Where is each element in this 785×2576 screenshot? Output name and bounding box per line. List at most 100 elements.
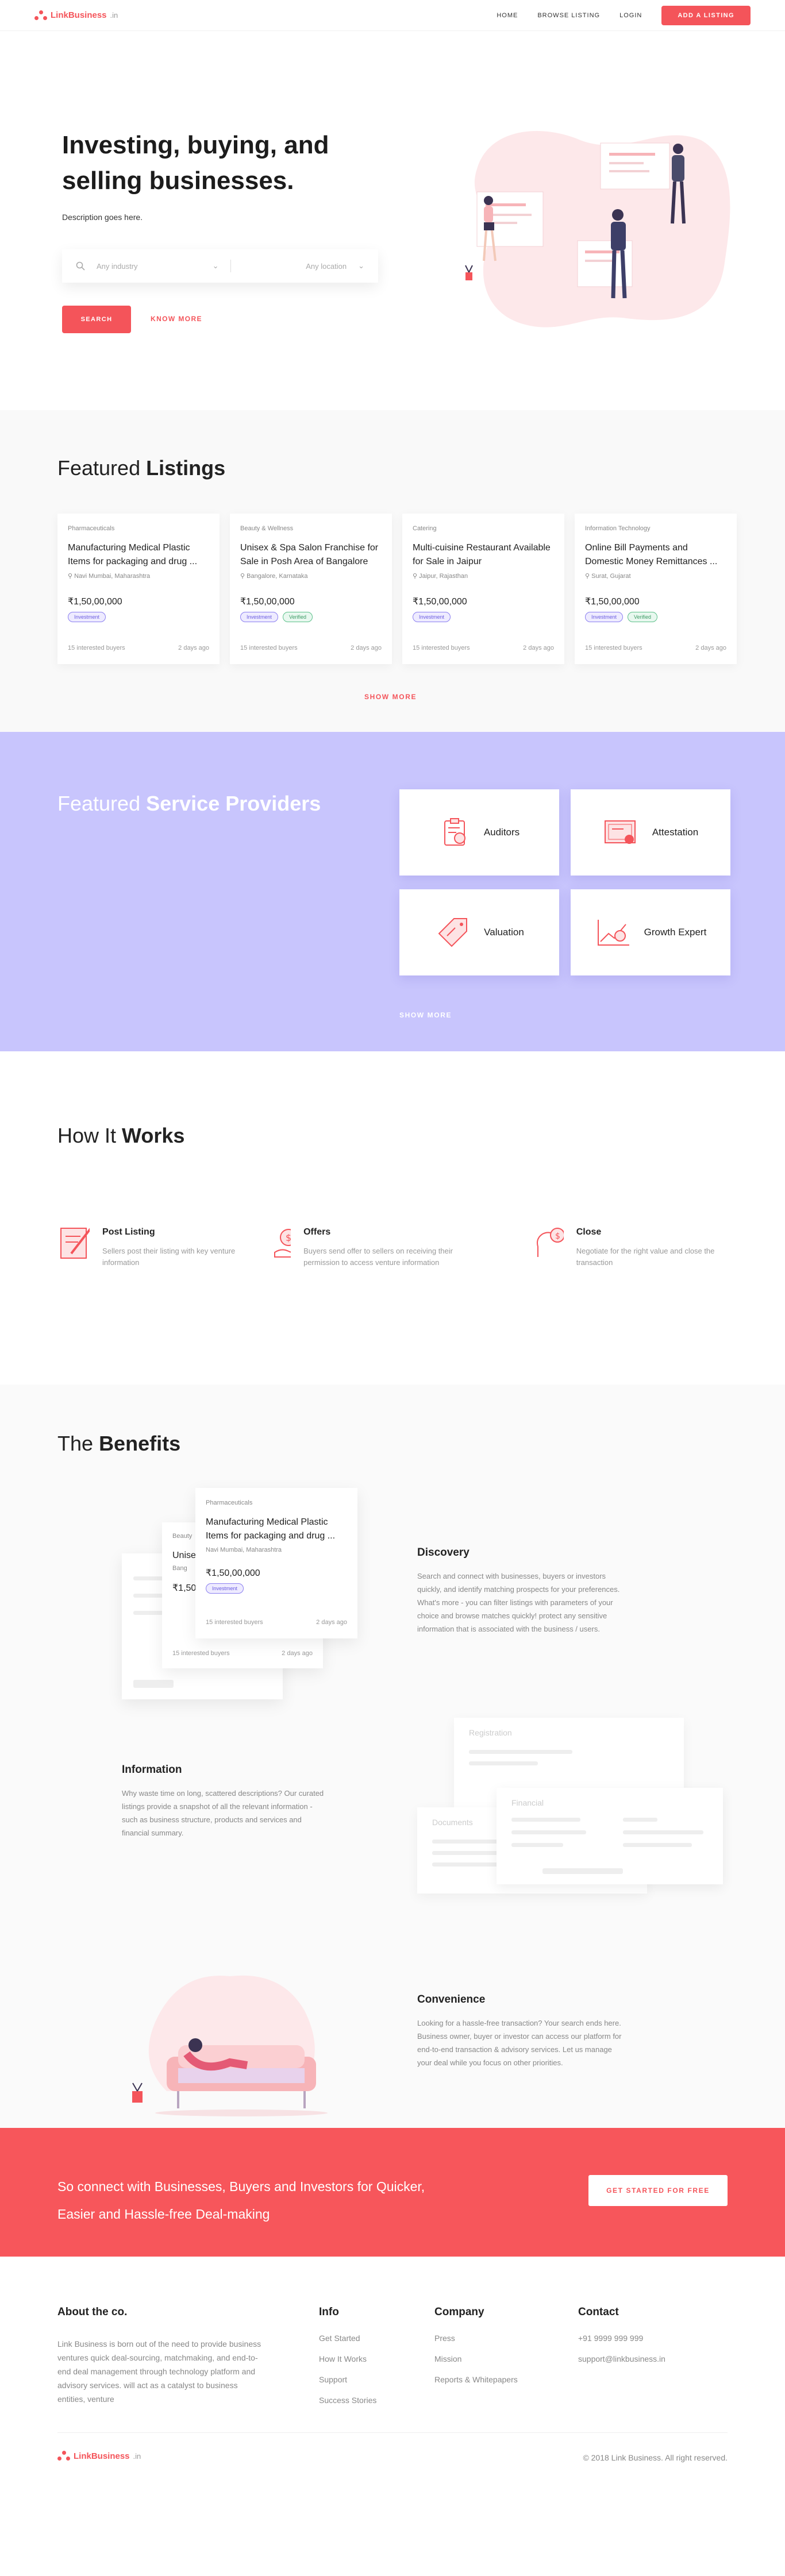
- investment-tag: Investment: [240, 612, 279, 622]
- listing-title[interactable]: Online Bill Payments and Domestic Money …: [585, 541, 726, 569]
- svg-text:$: $: [286, 1232, 291, 1243]
- get-started-button[interactable]: GET STARTED FOR FREE: [588, 2175, 728, 2206]
- listing-card[interactable]: Pharmaceuticals Manufacturing Medical Pl…: [57, 514, 220, 664]
- discovery-mock-front: Pharmaceuticals Manufacturing Medical Pl…: [195, 1488, 357, 1638]
- footer-link-how-it-works[interactable]: How It Works: [319, 2354, 376, 2363]
- certificate-icon: [604, 820, 636, 844]
- listing-location: ⚲ Navi Mumbai, Maharashtra: [68, 573, 151, 580]
- footer-company: Company Press Mission Reports & Whitepap…: [434, 2306, 518, 2384]
- hero-description: Description goes here.: [62, 213, 143, 222]
- footer-about-title: About the co.: [57, 2306, 128, 2318]
- listing-location: ⚲ Jaipur, Rajasthan: [413, 573, 468, 580]
- know-more-link[interactable]: KNOW MORE: [151, 315, 202, 323]
- step-offers: $ Offers Buyers send offer to sellers on …: [270, 1224, 465, 1268]
- brand-suffix: .in: [110, 11, 118, 20]
- benefit-convenience: Convenience Looking for a hassle-free tr…: [417, 1993, 624, 2069]
- how-it-works-title: How It Works: [57, 1124, 185, 1147]
- brand-name: LinkBusiness: [74, 2451, 130, 2461]
- coin-head-icon: $: [537, 1228, 564, 1257]
- benefit-description: Why waste time on long, scattered descri…: [122, 1789, 324, 1837]
- listing-location: ⚲ Bangalore, Karnataka: [240, 573, 308, 580]
- hero-illustration: [465, 131, 730, 327]
- logo-icon: [57, 2451, 70, 2461]
- provider-growth-expert[interactable]: Growth Expert: [571, 889, 730, 975]
- logo-icon: [34, 10, 47, 21]
- footer-link-support[interactable]: Support: [319, 2375, 376, 2384]
- mock-buyers: 15 interested buyers: [206, 1619, 263, 1626]
- listing-title[interactable]: Unisex & Spa Salon Franchise for Sale in…: [240, 541, 382, 569]
- hero-title: Investing, buying, and selling businesse…: [62, 131, 329, 195]
- listing-title[interactable]: Manufacturing Medical Plastic Items for …: [68, 541, 209, 569]
- doc-financial: Financial: [497, 1788, 723, 1884]
- verified-tag: Verified: [628, 612, 658, 622]
- copyright: © 2018 Link Business. All right reserved…: [583, 2453, 728, 2462]
- footer-link-get-started[interactable]: Get Started: [319, 2334, 376, 2343]
- search-icon: [76, 261, 85, 271]
- listing-age: 2 days ago: [523, 645, 554, 651]
- listing-price: ₹1,50,00,000: [240, 597, 295, 607]
- listing-card[interactable]: Information Technology Online Bill Payme…: [575, 514, 737, 664]
- chevron-down-icon: ⌄: [212, 261, 219, 270]
- brand-suffix: .in: [133, 2451, 141, 2461]
- interested-buyers: 15 interested buyers: [413, 645, 470, 651]
- footer-logo[interactable]: LinkBusiness .in: [57, 2451, 141, 2461]
- site-header: LinkBusiness .in HOME BROWSE LISTING LOGI…: [0, 0, 785, 31]
- location-pin-icon: ⚲: [68, 573, 75, 580]
- footer-about: About the co.: [57, 2306, 127, 2319]
- step-close: $ Close Negotiate for the right value and…: [532, 1224, 728, 1268]
- benefit-information: Information Why waste time on long, scat…: [122, 1764, 329, 1840]
- benefits-title: The Benefits: [57, 1432, 181, 1455]
- providers-show-more[interactable]: SHOW MORE: [399, 1011, 452, 1019]
- footer-info: Info Get Started How It Works Support Su…: [319, 2306, 376, 2405]
- price-tag-icon: [438, 918, 468, 947]
- listing-card[interactable]: Beauty & Wellness Unisex & Spa Salon Fra…: [230, 514, 392, 664]
- footer-link-success-stories[interactable]: Success Stories: [319, 2396, 376, 2405]
- industry-select[interactable]: Any industry ⌄: [97, 261, 219, 271]
- step-description: Buyers send offer to sellers on receivin…: [303, 1247, 453, 1267]
- listing-price: ₹1,50,00,000: [68, 597, 122, 607]
- location-placeholder: Any location: [306, 261, 347, 271]
- footer-email[interactable]: support@linkbusiness.in: [578, 2354, 665, 2363]
- footer-phone[interactable]: +91 9999 999 999: [578, 2334, 665, 2343]
- add-listing-button[interactable]: ADD A LISTING: [661, 5, 751, 25]
- footer-divider: [57, 2432, 728, 2433]
- listing-category: Catering: [413, 525, 437, 532]
- provider-label: Growth Expert: [644, 927, 707, 938]
- benefit-title: Discovery: [417, 1547, 470, 1559]
- nav-home[interactable]: HOME: [497, 12, 518, 19]
- footer-link-press[interactable]: Press: [434, 2334, 518, 2343]
- notepad-pen-icon: [60, 1228, 90, 1259]
- footer-link-reports[interactable]: Reports & Whitepapers: [434, 2375, 518, 2384]
- svg-text:$: $: [555, 1232, 560, 1241]
- nav-login[interactable]: LOGIN: [619, 12, 642, 19]
- doc-label: Registration: [469, 1728, 512, 1737]
- footer-company-title: Company: [434, 2306, 484, 2318]
- footer-link-mission[interactable]: Mission: [434, 2354, 518, 2363]
- step-description: Sellers post their listing with key vent…: [102, 1247, 236, 1267]
- listing-card[interactable]: Catering Multi-cuisine Restaurant Availa…: [402, 514, 564, 664]
- featured-listings-title: Featured Listings: [57, 456, 226, 480]
- doc-label: Financial: [511, 1798, 544, 1807]
- investment-tag: Investment: [413, 612, 451, 622]
- location-pin-icon: ⚲: [585, 573, 592, 580]
- investment-tag: Investment: [206, 1583, 244, 1594]
- investment-tag: Investment: [68, 612, 106, 622]
- location-select[interactable]: Any location ⌄: [243, 261, 364, 271]
- provider-auditors[interactable]: Auditors: [399, 789, 559, 876]
- brand-name: LinkBusiness: [51, 10, 107, 20]
- location-pin-icon: ⚲: [413, 573, 420, 580]
- mock-category: Pharmaceuticals: [206, 1499, 253, 1506]
- interested-buyers: 15 interested buyers: [240, 645, 298, 651]
- mock-price: ₹1,50,00,000: [206, 1568, 260, 1578]
- nav-browse-listing[interactable]: BROWSE LISTING: [537, 12, 600, 19]
- listings-show-more[interactable]: SHOW MORE: [364, 693, 417, 701]
- how-it-works-section: How It Works Post Listing Sellers post th…: [0, 1051, 785, 1385]
- brand-logo[interactable]: LinkBusiness .in: [34, 10, 118, 21]
- provider-attestation[interactable]: Attestation: [571, 789, 730, 876]
- main-nav: HOME BROWSE LISTING LOGIN ADD A LISTING: [497, 5, 751, 25]
- provider-valuation[interactable]: Valuation: [399, 889, 559, 975]
- search-button[interactable]: SEARCH: [62, 306, 131, 333]
- listing-title[interactable]: Multi-cuisine Restaurant Available for S…: [413, 541, 554, 569]
- service-providers-title: Featured Service Providers: [57, 792, 321, 815]
- convenience-illustration: [132, 1975, 328, 2116]
